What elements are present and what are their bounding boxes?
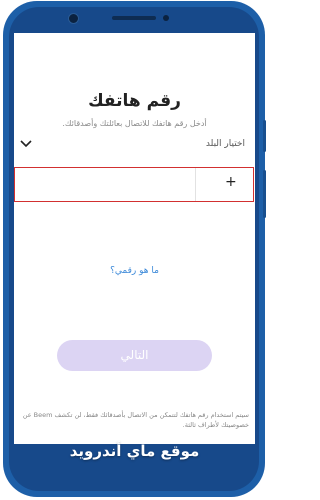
volume-button	[263, 170, 266, 218]
phone-number-input[interactable]	[15, 168, 197, 203]
field-divider	[195, 168, 196, 201]
power-button	[263, 120, 266, 152]
privacy-disclaimer: سيتم استخدام رقم هاتفك لتتمكن من الاتصال…	[22, 411, 249, 429]
country-selector[interactable]: اختيار البلد	[20, 137, 245, 155]
page-subtitle: أدخل رقم هاتفك للاتصال بعائلتك وأصدقائك.	[62, 119, 207, 128]
site-watermark: موقع ماي أندرويد	[69, 442, 200, 460]
app-screen: رقم هاتفك أدخل رقم هاتفك للاتصال بعائلتك…	[14, 33, 255, 444]
country-selector-label: اختيار البلد	[205, 139, 245, 149]
next-button[interactable]: التالي	[57, 340, 212, 371]
earpiece-speaker	[112, 16, 156, 20]
page-title: رقم هاتفك	[88, 91, 181, 111]
device-frame: رقم هاتفك أدخل رقم هاتفك للاتصال بعائلتك…	[0, 0, 269, 500]
chevron-down-icon[interactable]	[20, 139, 32, 149]
what-is-my-number-link[interactable]: ما هو رقمي؟	[14, 266, 255, 276]
country-code-prefix[interactable]: +	[225, 174, 237, 190]
proximity-sensor-icon	[163, 15, 169, 21]
phone-number-field[interactable]: +	[14, 167, 254, 203]
front-camera-icon	[68, 13, 79, 24]
